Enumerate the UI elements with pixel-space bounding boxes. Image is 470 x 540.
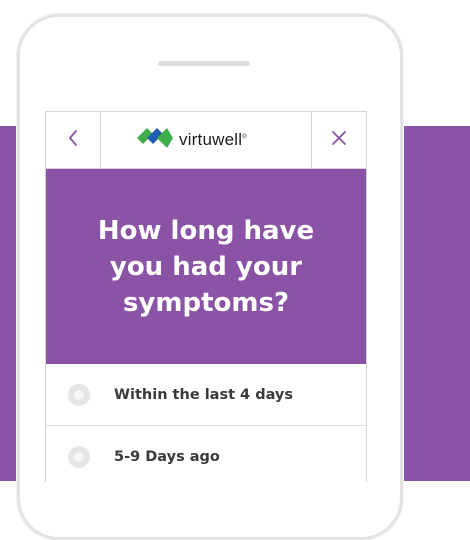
- app-screen: virtuwell® How long have you had your sy…: [45, 111, 367, 482]
- answer-options: Within the last 4 days 5-9 Days ago: [46, 364, 366, 482]
- back-button[interactable]: [46, 112, 101, 168]
- top-bar: virtuwell®: [46, 112, 366, 169]
- option-5-9-days-ago[interactable]: 5-9 Days ago: [46, 426, 366, 482]
- option-label: Within the last 4 days: [114, 386, 293, 403]
- question-panel: How long have you had your symptoms?: [46, 169, 366, 364]
- phone-speaker: [158, 61, 250, 66]
- virtuwell-logo: virtuwell®: [137, 127, 247, 153]
- logo-mark-icon: [137, 126, 173, 154]
- question-title: How long have you had your symptoms?: [97, 215, 315, 318]
- logo-text: virtuwell®: [179, 130, 247, 149]
- close-icon: [331, 130, 347, 150]
- radio-button[interactable]: [68, 445, 90, 468]
- close-button[interactable]: [311, 112, 366, 168]
- chevron-left-icon: [67, 129, 79, 151]
- option-label: 5-9 Days ago: [114, 448, 220, 465]
- option-within-last-4-days[interactable]: Within the last 4 days: [46, 364, 366, 426]
- radio-button[interactable]: [68, 383, 90, 406]
